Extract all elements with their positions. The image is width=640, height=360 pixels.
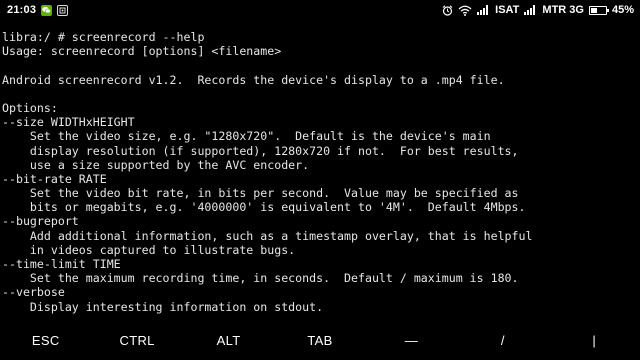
status-bar: 21:03 ISAT MTR 3G 45% — [0, 0, 640, 22]
terminal-output[interactable]: libra:/ # screenrecord --help Usage: scre… — [2, 30, 638, 314]
terminal-line: Add additional information, such as a ti… — [2, 228, 533, 243]
wechat-icon — [41, 4, 53, 16]
terminal-line: use a size supported by the AVC encoder. — [2, 157, 310, 172]
status-bar-left: 21:03 — [7, 4, 69, 16]
alarm-icon — [442, 4, 453, 16]
terminal-line: --bugreport — [2, 214, 79, 229]
extra-keys-bar: ESC CTRL ALT TAB — / | — [0, 320, 640, 360]
terminal-line: Android screenrecord v1.2. Records the d… — [2, 72, 505, 87]
terminal-line: --size WIDTHxHEIGHT — [2, 115, 135, 130]
ctrl-key[interactable]: CTRL — [91, 320, 182, 360]
tab-key[interactable]: TAB — [274, 320, 365, 360]
battery-fill — [590, 7, 598, 13]
terminal-line: bits or megabits, e.g. '4000000' is equi… — [2, 200, 526, 215]
status-bar-right: ISAT MTR 3G 45% — [442, 4, 634, 16]
terminal-line: --verbose — [2, 285, 65, 300]
terminal-line: Set the video size, e.g. "1280x720". Def… — [2, 129, 491, 144]
battery-percent: 45% — [611, 4, 634, 16]
slash-key[interactable]: / — [457, 320, 548, 360]
esc-key[interactable]: ESC — [0, 320, 91, 360]
alt-key[interactable]: ALT — [183, 320, 274, 360]
terminal-line: display resolution (if supported), 1280x… — [2, 143, 519, 158]
battery-icon — [588, 5, 609, 15]
carrier-2: MTR 3G — [542, 4, 584, 16]
terminal-line: in videos captured to illustrate bugs. — [2, 242, 296, 257]
terminal-line: Set the maximum recording time, in secon… — [2, 271, 519, 286]
dash-key[interactable]: — — [366, 320, 457, 360]
ad-icon — [57, 4, 69, 16]
signal-icon — [477, 5, 490, 15]
terminal-line: libra:/ # screenrecord --help — [2, 30, 205, 44]
terminal-line: Set the video bit rate, in bits per seco… — [2, 186, 519, 201]
terminal-line: Options: — [2, 100, 58, 115]
carrier-1: ISAT — [495, 4, 520, 16]
wifi-icon — [458, 5, 472, 16]
terminal-line: --time-limit TIME — [2, 257, 121, 271]
terminal-line: Usage: screenrecord [options] <filename> — [2, 44, 282, 59]
terminal-line: Display interesting information on stdou… — [2, 299, 324, 314]
pipe-key[interactable]: | — [549, 320, 640, 360]
terminal-line: --bit-rate RATE — [2, 171, 107, 186]
signal-icon — [524, 5, 537, 15]
clock: 21:03 — [7, 4, 37, 16]
